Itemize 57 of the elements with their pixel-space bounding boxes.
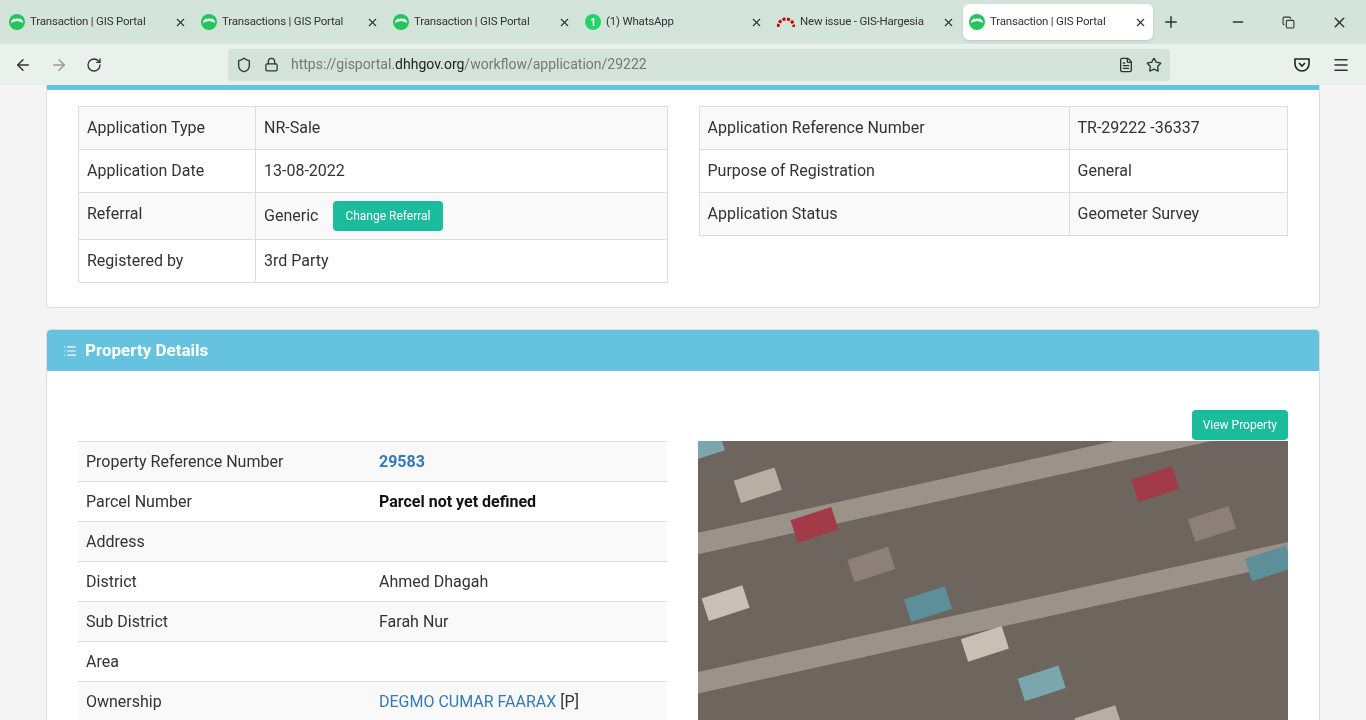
property-link[interactable]: 29583 xyxy=(379,451,425,471)
globe-logo-icon xyxy=(9,14,25,30)
panel-title: Property Details xyxy=(85,338,209,362)
field-label: Purpose of Registration xyxy=(707,161,875,180)
field-label: Registered by xyxy=(87,251,184,270)
field-label: Application Date xyxy=(87,161,205,180)
tab-title: (1) WhatsApp xyxy=(606,13,675,31)
table-cell: Farah Nur xyxy=(379,611,449,631)
field-value: 13-08-2022 xyxy=(264,160,345,182)
gauge-logo-icon xyxy=(777,16,795,28)
field-label: Property Reference Number xyxy=(86,451,284,471)
shield-icon[interactable] xyxy=(236,56,252,73)
reload-icon[interactable] xyxy=(86,56,102,73)
browser-tab[interactable]: Transaction | GIS Portal xyxy=(387,4,577,40)
owner-link[interactable]: DEGMO CUMAR FAARAX xyxy=(379,689,557,714)
bookmark-star-icon[interactable] xyxy=(1146,56,1162,73)
field-value: Generic xyxy=(264,205,319,227)
table-cell: Parcel not yet defined xyxy=(379,491,537,511)
pocket-icon[interactable] xyxy=(1294,57,1310,72)
field-label: Application Status xyxy=(707,204,838,223)
field-label: Sub District xyxy=(86,611,169,631)
field-label: Application Type xyxy=(87,118,206,137)
restore-icon[interactable] xyxy=(1282,15,1295,29)
tab-title: Transaction | GIS Portal xyxy=(414,13,531,31)
globe-logo-icon xyxy=(393,14,409,30)
field-label: Parcel Number xyxy=(86,491,192,511)
tab-title: Transaction | GIS Portal xyxy=(990,13,1107,31)
list-icon xyxy=(63,343,77,358)
browser-tab[interactable]: Transaction | GIS Portal xyxy=(963,4,1153,40)
globe-logo-icon xyxy=(969,14,985,30)
globe-logo-icon xyxy=(201,14,217,30)
tab-title: New issue - GIS-Hargesia xyxy=(800,13,925,31)
browser-tab[interactable]: Transaction | GIS Portal xyxy=(3,4,193,40)
field-label: Ownership xyxy=(86,691,162,711)
field-label: District xyxy=(86,571,137,591)
reader-view-icon[interactable] xyxy=(1118,56,1134,73)
tab-title: Transaction | GIS Portal xyxy=(30,13,147,31)
address-bar[interactable]: https://gisportal.dhhgov.org/workflow/application/29222 xyxy=(228,48,1170,81)
owner-type: [P] xyxy=(560,690,579,713)
field-value: 3rd Party xyxy=(264,250,329,272)
field-value: General xyxy=(1077,161,1132,180)
notification-badge: 1 xyxy=(585,14,601,30)
new-tab-icon[interactable] xyxy=(1162,13,1180,31)
field-value: TR-29222 -36337 xyxy=(1077,118,1200,137)
field-label: Referral xyxy=(87,204,143,223)
url-text: https://gisportal.dhhgov.org/workflow/application/29222 xyxy=(291,55,648,74)
browser-tab[interactable]: New issue - GIS-Hargesia xyxy=(771,4,961,40)
field-label: Application Reference Number xyxy=(707,118,925,137)
tab-title: Transactions | GIS Portal xyxy=(222,13,345,31)
field-label: Area xyxy=(86,651,119,671)
browser-tab[interactable]: Transactions | GIS Portal xyxy=(195,4,385,40)
table-cell: Ahmed Dhagah xyxy=(379,571,489,591)
field-value: NR-Sale xyxy=(264,117,321,139)
field-value: Geometer Survey xyxy=(1077,204,1200,223)
browser-tab[interactable]: 1 (1) WhatsApp xyxy=(579,4,769,40)
field-label: Address xyxy=(86,531,145,551)
lock-icon[interactable] xyxy=(264,57,279,72)
